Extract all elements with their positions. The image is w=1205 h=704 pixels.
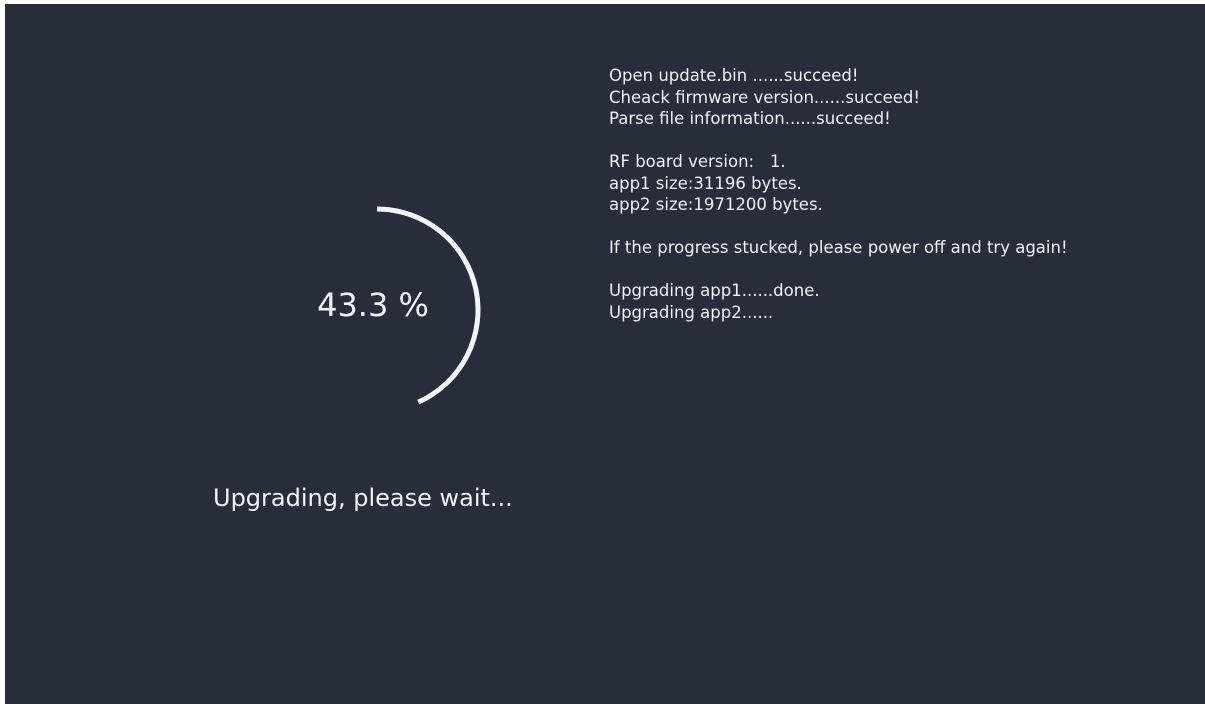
log-line: Upgrading app1......done. (609, 281, 820, 300)
log-line: Parse file information......succeed! (609, 109, 891, 128)
log-line: app1 size:31196 bytes. (609, 173, 802, 193)
log-line: Cheack firmware version......succeed! (609, 87, 920, 107)
upgrade-screen: 43.3 % Upgrading, please wait... Open up… (5, 4, 1205, 704)
log-line: Open update.bin ......succeed! (609, 66, 859, 85)
log-line: Upgrading app2...... (609, 302, 774, 322)
upgrade-log: Open update.bin ......succeed! Cheack fi… (609, 65, 1089, 323)
log-line: If the progress stucked, please power of… (609, 238, 1068, 257)
progress-percent: 43.3 % (317, 286, 429, 324)
log-line: RF board version: 1. (609, 152, 786, 171)
log-line: app2 size:1971200 bytes. (609, 195, 823, 214)
status-message: Upgrading, please wait... (213, 484, 513, 512)
